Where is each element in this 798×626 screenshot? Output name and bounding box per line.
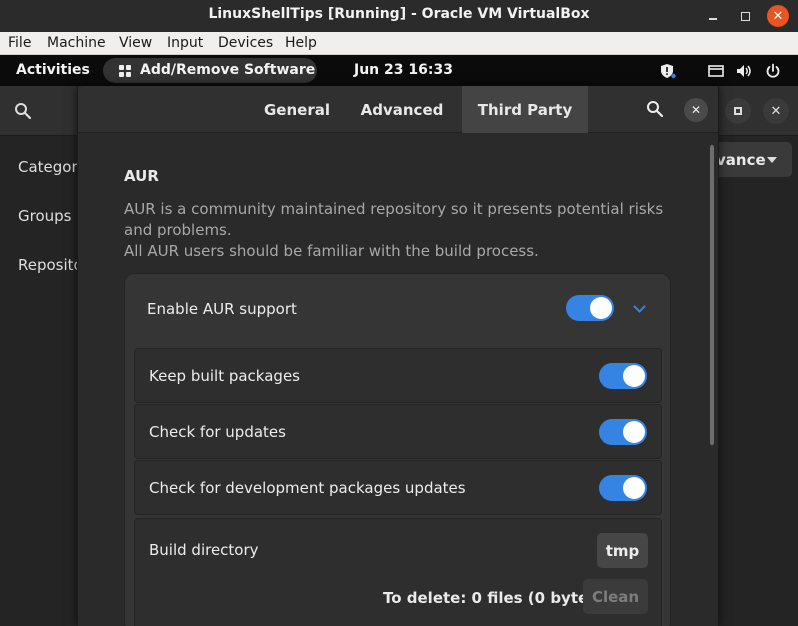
tab-general[interactable]: General [238, 86, 356, 133]
app-name: Add/Remove Software [140, 62, 316, 78]
menu-file[interactable]: File [8, 35, 31, 51]
close-button[interactable]: ✕ [767, 5, 789, 27]
check-dev-updates-label: Check for development packages updates [149, 479, 466, 497]
check-updates-row: Check for updates [134, 404, 662, 459]
sidebar-item-categories[interactable]: Categori [18, 158, 82, 176]
menu-view[interactable]: View [119, 35, 152, 51]
search-icon[interactable] [646, 100, 664, 118]
tab-advanced[interactable]: Advanced [340, 86, 464, 133]
vbox-window-title: LinuxShellTips [Running] - Oracle VM Vir… [208, 6, 590, 22]
chevron-down-icon[interactable] [633, 300, 646, 313]
menu-devices[interactable]: Devices [218, 35, 273, 51]
close-icon: ✕ [770, 103, 782, 118]
maximize-icon [740, 11, 750, 21]
enable-aur-row[interactable]: Enable AUR support [125, 274, 670, 342]
scrollbar[interactable] [710, 145, 714, 445]
sidebar-item-groups[interactable]: Groups [18, 207, 71, 225]
aur-settings-card: Enable AUR support Keep built packages C… [124, 273, 671, 626]
description-line: All AUR users should be familiar with th… [124, 242, 539, 260]
minimize-icon [709, 18, 717, 20]
dialog-close-button[interactable]: ✕ [684, 98, 708, 122]
keep-built-packages-switch[interactable] [599, 363, 647, 389]
section-description: AUR is a community maintained repository… [124, 199, 664, 262]
search-icon[interactable] [14, 102, 32, 120]
description-line: AUR is a community maintained repository… [124, 200, 664, 239]
advance-button-label: vance [716, 151, 766, 169]
screen-icon[interactable] [708, 63, 724, 79]
maximize-icon [734, 107, 742, 115]
check-updates-switch[interactable] [599, 419, 647, 445]
dialog-headerbar: General Advanced Third Party ✕ [78, 86, 718, 133]
build-directory-row: Build directory tmp To delete: 0 files (… [134, 518, 662, 626]
activities-button[interactable]: Activities [16, 62, 90, 78]
check-dev-updates-row: Check for development packages updates [134, 460, 662, 515]
minimize-button[interactable] [701, 4, 725, 28]
shield-icon[interactable] [660, 63, 676, 79]
gnome-topbar: Activities Add/Remove Software Jun 23 16… [0, 55, 798, 86]
app-menu-button[interactable]: Add/Remove Software [103, 58, 317, 83]
maximize-button[interactable] [733, 4, 757, 28]
volume-icon[interactable] [736, 63, 752, 79]
app-grid-icon [119, 65, 131, 77]
menu-input[interactable]: Input [167, 35, 203, 51]
third-party-page: AUR AUR is a community maintained reposi… [78, 133, 718, 626]
pamac-close-button[interactable]: ✕ [763, 98, 789, 124]
preferences-dialog: General Advanced Third Party ✕ AUR AUR i… [77, 86, 719, 626]
menu-machine[interactable]: Machine [47, 35, 106, 51]
build-directory-chooser[interactable]: tmp [597, 533, 648, 568]
sidebar-item-repositories[interactable]: Reposito [18, 256, 83, 274]
vbox-titlebar: LinuxShellTips [Running] - Oracle VM Vir… [0, 0, 798, 32]
enable-aur-label: Enable AUR support [147, 300, 297, 318]
menu-help[interactable]: Help [285, 35, 317, 51]
section-title: AUR [124, 167, 159, 185]
power-icon[interactable] [765, 63, 781, 79]
vbox-menubar: File Machine View Input Devices Help [0, 32, 798, 55]
close-icon: ✕ [772, 8, 784, 23]
clean-button[interactable]: Clean [583, 579, 648, 614]
keep-built-packages-row: Keep built packages [134, 348, 662, 403]
enable-aur-switch[interactable] [566, 295, 614, 321]
build-directory-label: Build directory [149, 541, 259, 559]
check-dev-updates-switch[interactable] [599, 475, 647, 501]
keep-built-packages-label: Keep built packages [149, 367, 300, 385]
close-icon: ✕ [690, 103, 702, 117]
tab-third-party[interactable]: Third Party [462, 86, 588, 133]
to-delete-summary: To delete: 0 files (0 bytes) [383, 589, 604, 607]
chevron-down-icon [767, 157, 777, 163]
check-updates-label: Check for updates [149, 423, 286, 441]
clock[interactable]: Jun 23 16:33 [354, 62, 453, 78]
pamac-maximize-button[interactable] [725, 98, 751, 124]
